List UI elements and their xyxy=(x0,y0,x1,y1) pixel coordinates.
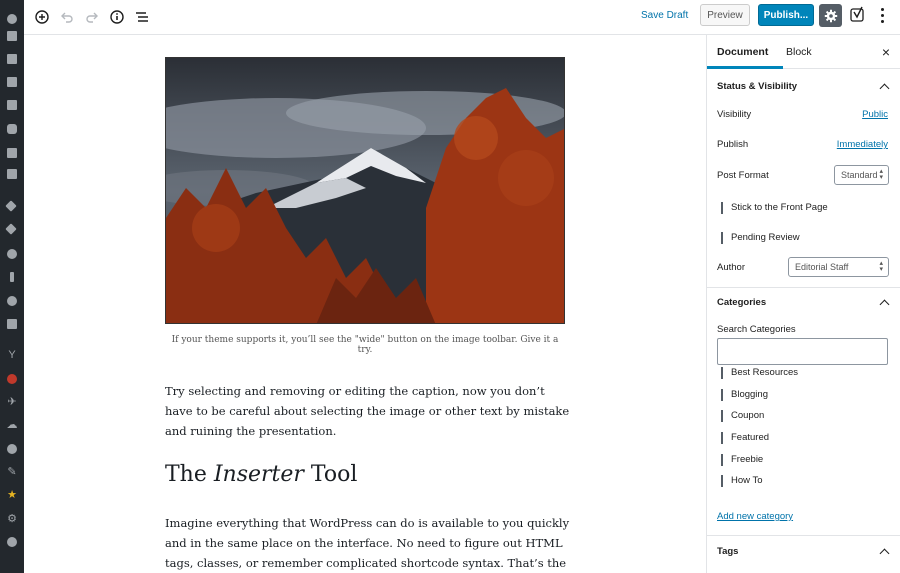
editor-toolbar: Save Draft Preview Publish... xyxy=(24,0,900,35)
search-categories-input[interactable] xyxy=(717,338,888,365)
bolt-icon[interactable] xyxy=(6,443,18,455)
outline-button[interactable] xyxy=(132,7,152,27)
cloud-icon[interactable]: ☁ xyxy=(6,419,18,431)
search-categories-label: Search Categories xyxy=(717,324,796,335)
undo-icon xyxy=(61,12,73,23)
category-label: Best Resources xyxy=(731,367,799,378)
publish-button[interactable]: Publish... xyxy=(758,4,814,26)
badge-icon[interactable] xyxy=(6,373,18,385)
settings-button[interactable] xyxy=(819,4,842,27)
post-format-select[interactable]: Standard ▴ ▾ xyxy=(834,165,889,185)
star-icon[interactable]: ★ xyxy=(6,489,18,501)
chevron-up-icon[interactable] xyxy=(879,299,890,310)
comments-icon[interactable] xyxy=(6,123,18,135)
outline-icon xyxy=(136,12,148,22)
gear-icon[interactable]: ⚙ xyxy=(6,513,18,525)
category-label: Coupon xyxy=(731,410,765,421)
heading-emphasis: Inserter xyxy=(213,462,304,487)
pending-review-label: Pending Review xyxy=(731,232,800,243)
pages-icon[interactable] xyxy=(6,99,18,111)
tags-heading[interactable]: Tags xyxy=(717,546,738,557)
add-new-category-link[interactable]: Add new category xyxy=(717,511,793,522)
active-tab-indicator xyxy=(707,66,783,69)
visibility-value[interactable]: Public xyxy=(862,109,888,120)
yoast-icon[interactable]: Y xyxy=(6,349,18,361)
heading-block[interactable]: The Inserter Tool xyxy=(165,462,357,487)
tab-block[interactable]: Block xyxy=(786,46,812,58)
admin-sidebar: Y ✈ ☁ ✎ ★ ⚙ xyxy=(0,0,24,573)
category-label: How To xyxy=(731,475,763,486)
paragraph-block[interactable]: Imagine everything that WordPress can do… xyxy=(165,513,575,573)
chevron-up-icon[interactable] xyxy=(879,548,890,559)
plane-icon[interactable]: ✈ xyxy=(6,396,18,408)
grid-icon[interactable] xyxy=(6,168,18,180)
category-label: Blogging xyxy=(731,389,768,400)
tools-icon[interactable] xyxy=(6,271,18,283)
bubble-icon[interactable] xyxy=(6,295,18,307)
editor-content[interactable]: If your theme supports it, you’ll see th… xyxy=(24,35,706,573)
settings-icon[interactable] xyxy=(6,318,18,330)
select-arrows-icon: ▴ ▾ xyxy=(879,168,883,181)
save-draft-button[interactable]: Save Draft xyxy=(641,10,688,21)
gear-icon xyxy=(824,9,837,22)
heading-text: The xyxy=(165,462,214,487)
yoast-icon xyxy=(850,6,864,22)
add-block-button[interactable] xyxy=(32,7,52,27)
section-divider xyxy=(707,287,900,288)
table-icon[interactable] xyxy=(6,147,18,159)
mountain-image xyxy=(166,58,564,323)
visibility-label: Visibility xyxy=(717,109,752,120)
pen-icon[interactable]: ✎ xyxy=(6,466,18,478)
info-icon xyxy=(110,10,124,24)
close-panel-button[interactable]: × xyxy=(882,44,890,60)
select-arrows-icon: ▴ ▾ xyxy=(879,260,883,273)
stick-front-page-label: Stick to the Front Page xyxy=(731,202,828,213)
more-dots-icon xyxy=(880,7,884,11)
heading-text-end: Tool xyxy=(303,462,358,487)
categories-heading[interactable]: Categories xyxy=(717,297,766,308)
more-options-button[interactable] xyxy=(875,6,889,24)
info-button[interactable] xyxy=(107,7,127,27)
tab-document[interactable]: Document xyxy=(717,46,768,58)
posts-icon[interactable] xyxy=(6,30,18,42)
post-format-label: Post Format xyxy=(717,170,769,181)
appearance-icon[interactable] xyxy=(5,200,18,213)
preview-button[interactable]: Preview xyxy=(700,4,750,26)
chevron-up-icon[interactable] xyxy=(879,83,890,94)
publish-label: Publish xyxy=(717,139,749,150)
paragraph-block[interactable]: Try selecting and removing or editing th… xyxy=(165,381,575,441)
panel-tabs: Document Block × xyxy=(707,35,900,69)
redo-button[interactable] xyxy=(82,7,102,27)
undo-button[interactable] xyxy=(57,7,77,27)
category-label: Featured xyxy=(731,432,770,443)
add-block-icon xyxy=(35,10,49,24)
plugins-icon[interactable] xyxy=(5,223,18,236)
post-format-value: Standard xyxy=(841,170,878,180)
author-label: Author xyxy=(717,262,745,273)
section-divider xyxy=(707,535,900,536)
pages-icon[interactable] xyxy=(6,76,18,88)
circle-icon[interactable] xyxy=(6,536,18,548)
yoast-button[interactable] xyxy=(849,6,867,24)
publish-value[interactable]: Immediately xyxy=(837,139,888,150)
image-caption[interactable]: If your theme supports it, you’ll see th… xyxy=(165,335,565,355)
featured-image[interactable] xyxy=(165,57,565,324)
settings-panel: Document Block × Status & Visibility Vis… xyxy=(706,35,900,573)
author-select[interactable]: Editorial Staff ▴ ▾ xyxy=(788,257,889,277)
author-value: Editorial Staff xyxy=(795,262,849,272)
status-visibility-heading[interactable]: Status & Visibility xyxy=(717,81,797,92)
dashboard-icon[interactable] xyxy=(6,13,18,25)
media-icon[interactable] xyxy=(6,53,18,65)
category-label: Freebie xyxy=(731,454,764,465)
redo-icon xyxy=(86,12,98,23)
users-icon[interactable] xyxy=(6,248,18,260)
